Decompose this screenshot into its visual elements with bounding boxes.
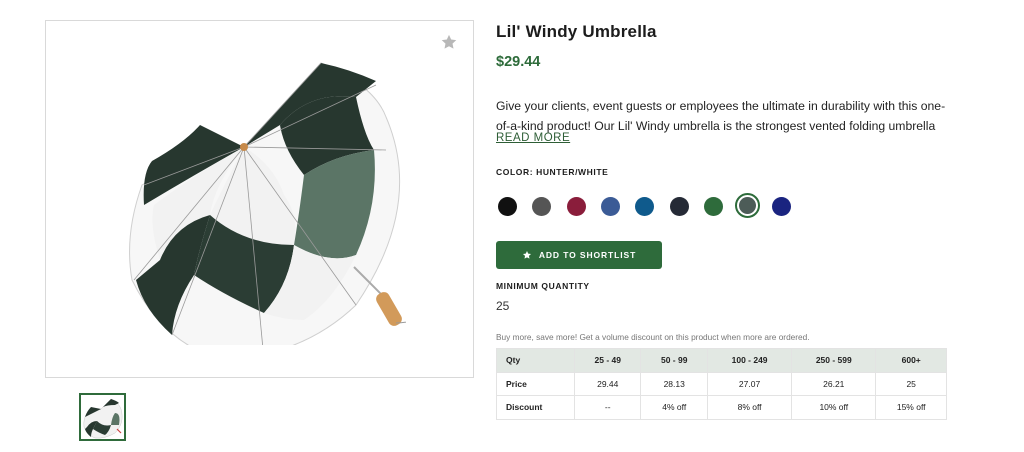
pricing-header-cell: 50 - 99 <box>640 348 708 373</box>
pricing-cell: -- <box>573 395 642 420</box>
product-description: Give your clients, event guests or emplo… <box>496 96 948 136</box>
color-swatch-blue[interactable] <box>635 197 655 216</box>
pricing-header-cell: 25 - 49 <box>573 348 642 373</box>
color-swatch-hunter-white[interactable] <box>735 193 761 218</box>
shortlist-button-label: ADD TO SHORTLIST <box>538 250 637 260</box>
star-icon[interactable] <box>440 33 458 51</box>
product-title: Lil' Windy Umbrella <box>496 22 657 41</box>
pricing-cell: 15% off <box>875 395 947 420</box>
pricing-cell: Discount <box>496 395 575 420</box>
color-swatch-navy-dark[interactable] <box>669 197 689 216</box>
pricing-header-cell: Qty <box>496 348 575 373</box>
pricing-header-cell: 100 - 249 <box>706 348 793 373</box>
pricing-cell: 10% off <box>791 395 877 420</box>
color-swatch-gray[interactable] <box>532 197 552 216</box>
pricing-cell: 8% off <box>706 395 793 420</box>
pricing-table: Qty 25 - 49 50 - 99 100 - 249 250 - 599 … <box>496 348 947 420</box>
pricing-cell: 29.44 <box>573 371 642 396</box>
pricing-cell: Price <box>496 371 575 396</box>
color-swatch-black[interactable] <box>498 197 517 216</box>
color-label: COLOR: HUNTER/WHITE <box>496 167 609 177</box>
table-row: Price 29.44 28.13 27.07 26.21 25 <box>496 371 947 396</box>
pricing-cell: 4% off <box>640 395 708 420</box>
star-icon <box>522 251 531 259</box>
table-row: Discount -- 4% off 8% off 10% off 15% of… <box>496 395 947 420</box>
color-swatch-hunter[interactable] <box>703 197 723 216</box>
product-image-gallery <box>45 20 474 378</box>
add-to-shortlist-button[interactable]: ADD TO SHORTLIST <box>496 241 662 269</box>
umbrella-main-image[interactable] <box>124 55 406 345</box>
color-swatch-royal[interactable] <box>600 197 620 216</box>
color-swatch-navy[interactable] <box>772 197 792 216</box>
pricing-header-cell: 600+ <box>875 348 947 373</box>
description-text: Give your clients, event guests or emplo… <box>496 99 946 133</box>
pricing-header-cell: 250 - 599 <box>791 348 877 373</box>
pricing-cell: 27.07 <box>706 371 793 396</box>
volume-discount-note: Buy more, save more! Get a volume discou… <box>496 332 810 342</box>
product-price: $29.44 <box>496 54 541 70</box>
color-swatch-burgundy[interactable] <box>566 197 586 216</box>
thumbnail-umbrella[interactable] <box>79 393 126 441</box>
pricing-cell: 25 <box>875 371 947 396</box>
pricing-header-row: Qty 25 - 49 50 - 99 100 - 249 250 - 599 … <box>496 348 947 373</box>
pricing-cell: 26.21 <box>791 371 877 396</box>
minimum-quantity-label: MINIMUM QUANTITY <box>496 281 590 291</box>
pricing-cell: 28.13 <box>640 371 708 396</box>
umbrella-thumbnail-image <box>83 398 123 439</box>
minimum-quantity-value: 25 <box>496 299 510 313</box>
color-swatches <box>496 193 816 219</box>
read-more-link[interactable]: READ MORE <box>496 132 570 144</box>
